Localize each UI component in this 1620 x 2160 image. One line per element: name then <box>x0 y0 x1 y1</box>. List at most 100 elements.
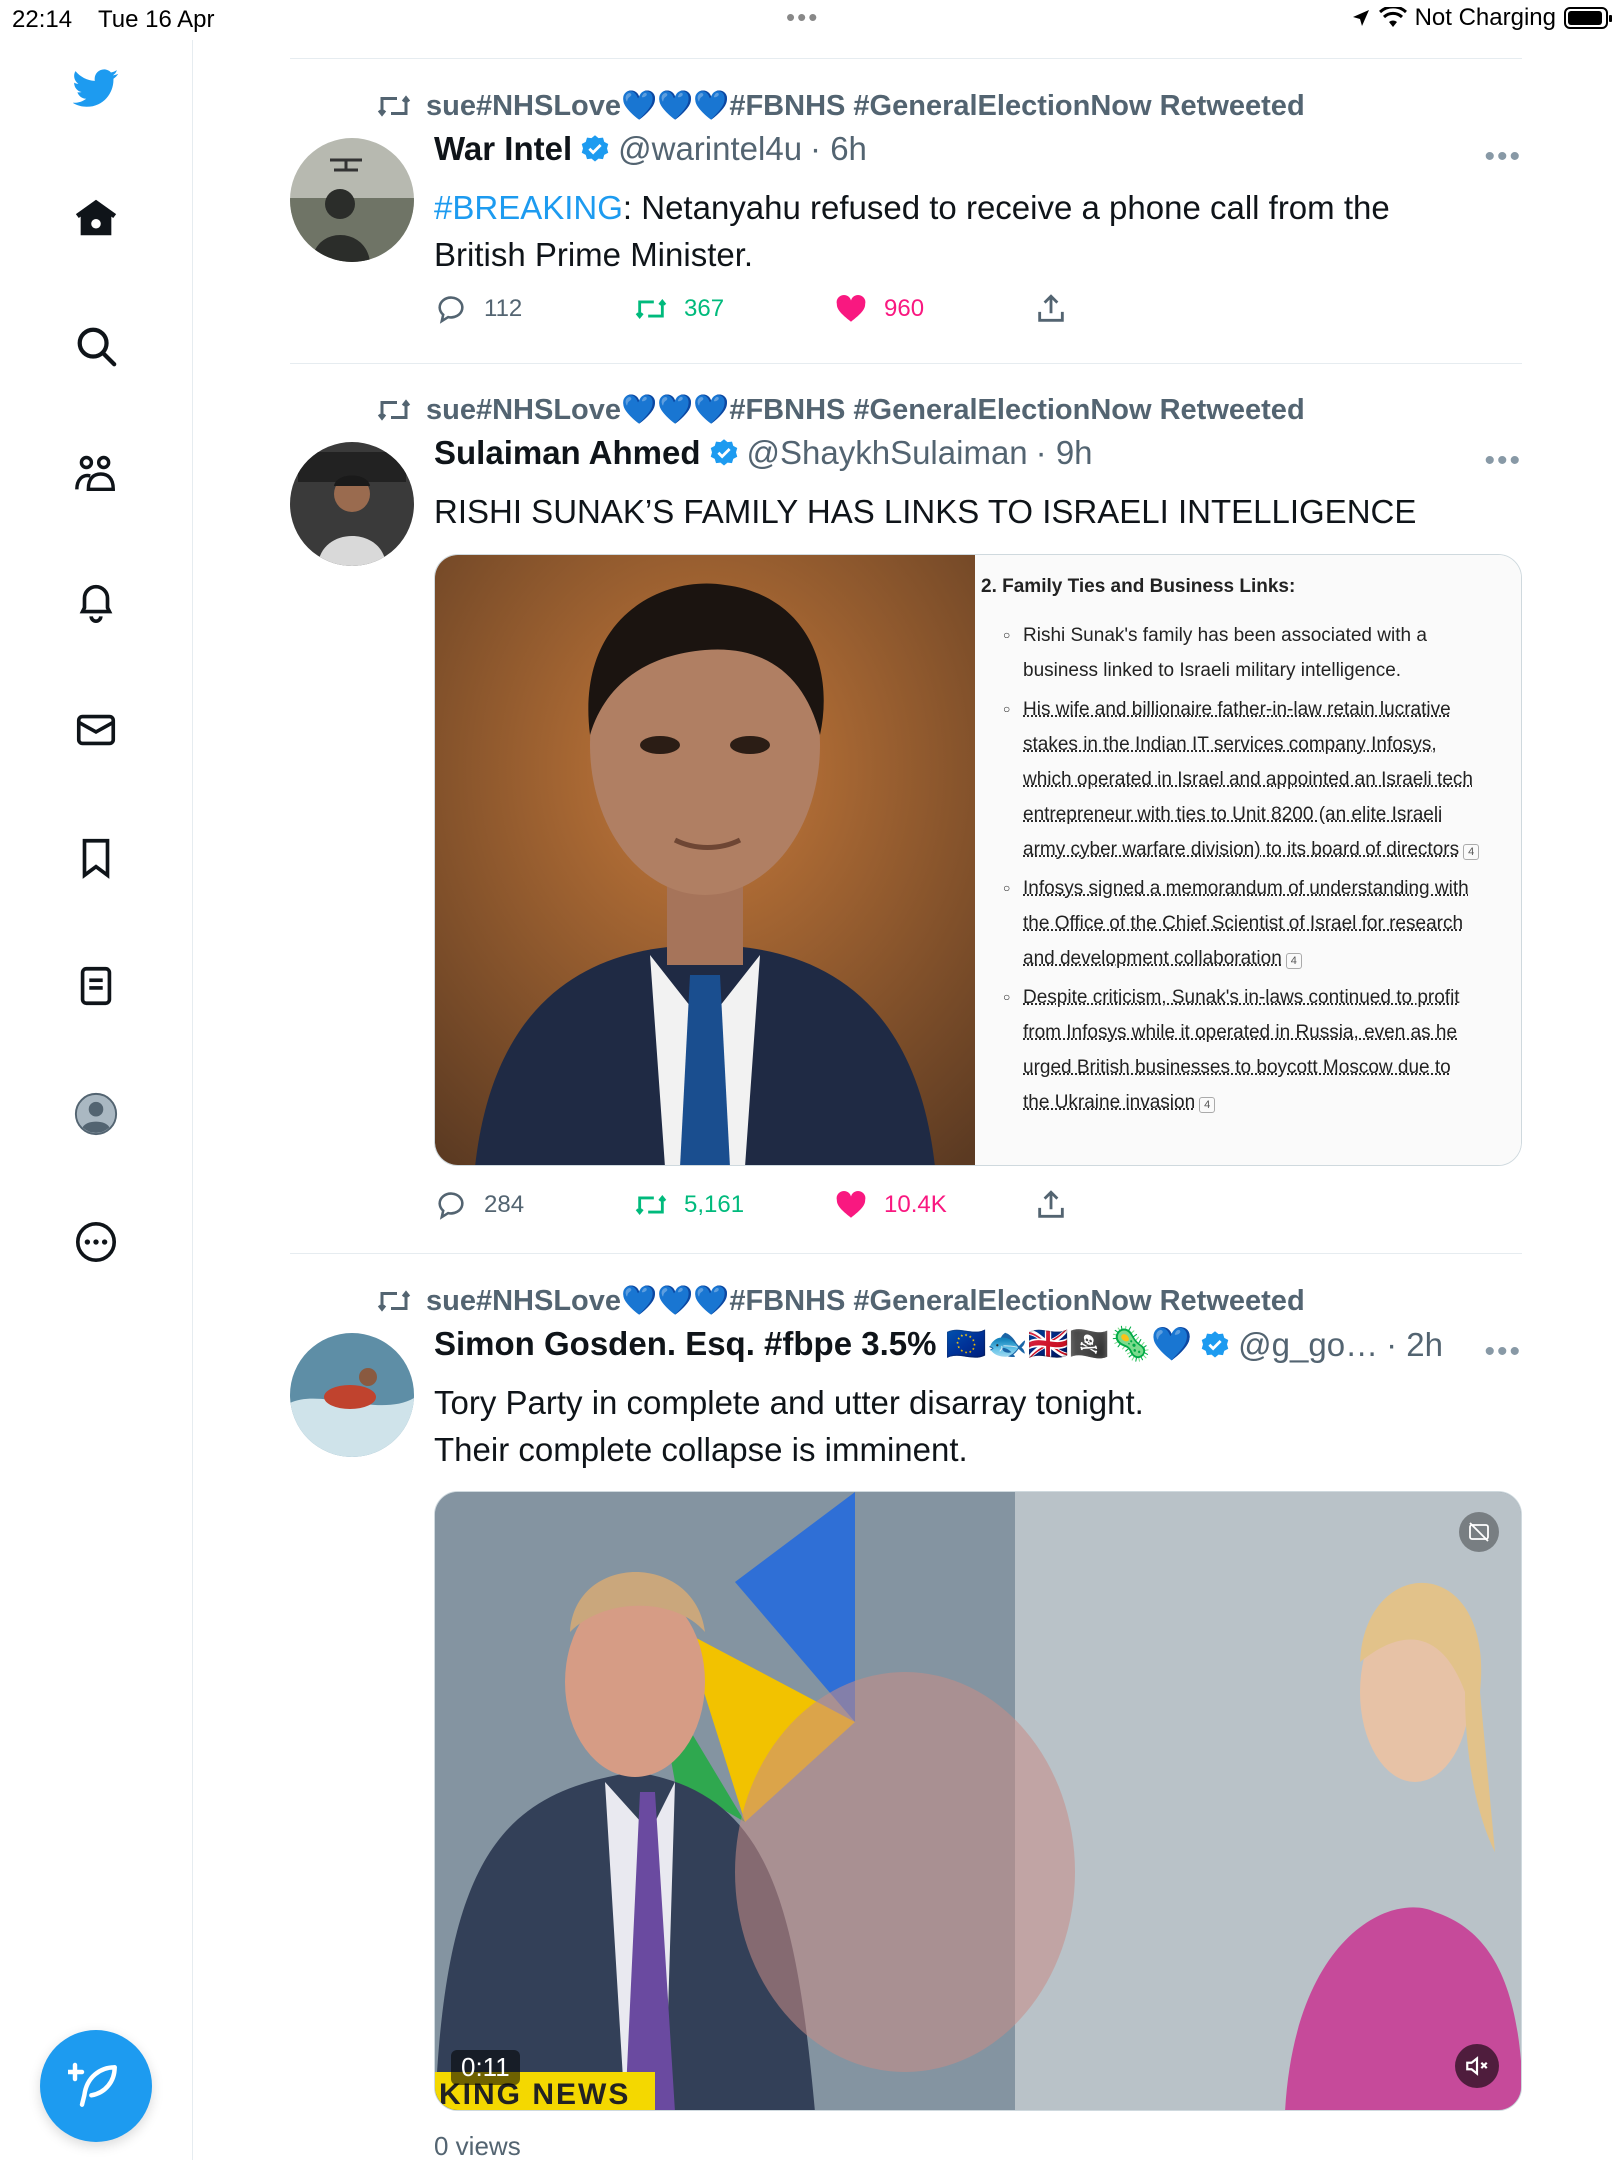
document-screenshot: 2. Family Ties and Business Links: ○ Rish… <box>975 555 1521 1165</box>
bullet-marker: ○ <box>1003 990 1011 1004</box>
retweet-context[interactable]: sue#NHSLove💙💙💙#FBNHS #GeneralElectionNow… <box>376 88 1305 124</box>
like-count: 960 <box>884 295 925 322</box>
retweet-button[interactable]: 367 <box>634 292 724 326</box>
tweet-time[interactable]: · 2h <box>1386 1326 1443 1364</box>
citation-badge[interactable]: 4 <box>1463 844 1480 860</box>
status-time: 22:14 <box>12 6 73 33</box>
citation-badge[interactable]: 4 <box>1285 953 1302 969</box>
like-button[interactable]: 10.4K <box>834 1188 947 1222</box>
doc-bullet-line: the Ukraine invasion 4 <box>1023 1085 1509 1120</box>
doc-bullet-line: which operated in Israel and appointed a… <box>1023 769 1473 790</box>
captions-button[interactable] <box>1459 1512 1499 1552</box>
tweet-video[interactable]: KING NEWS 0:11 <box>434 1491 1522 2111</box>
tweet-war-intel[interactable]: sue#NHSLove💙💙💙#FBNHS #GeneralElectionNow… <box>290 88 1522 358</box>
doc-bullet-line: Rishi Sunak's family has been associated… <box>1023 625 1427 646</box>
doc-bullet-line: His wife and billionaire father-in-law r… <box>1023 699 1451 720</box>
tweet-text-line: : Netanyahu refused to receive a phone c… <box>622 189 1390 226</box>
home-icon[interactable] <box>70 192 122 244</box>
battery-icon <box>1564 7 1612 29</box>
doc-bullet-item: ○ His wife and billionaire father-in-law … <box>981 692 1509 867</box>
avatar[interactable] <box>290 1333 414 1457</box>
location-arrow-icon <box>1352 10 1369 26</box>
citation-badge[interactable]: 4 <box>1199 1097 1216 1113</box>
bullet-marker: ○ <box>1003 628 1011 642</box>
doc-bullet-item: ○ Rishi Sunak's family has been associate… <box>981 618 1509 688</box>
more-circle-icon[interactable] <box>70 1216 122 1268</box>
retweet-icon <box>377 399 411 421</box>
sidebar-nav <box>0 40 193 2160</box>
doc-bullet-line: army cyber warfare division) to its boar… <box>1023 832 1509 867</box>
status-date: Tue 16 Apr <box>98 6 215 33</box>
tweet-header: Sulaiman Ahmed @ShaykhSulaiman · 9h <box>434 434 1093 472</box>
retweet-count: 5,161 <box>684 1191 745 1218</box>
retweet-context[interactable]: sue#NHSLove💙💙💙#FBNHS #GeneralElectionNow… <box>376 1283 1305 1319</box>
messages-envelope-icon[interactable] <box>70 704 122 756</box>
author-handle[interactable]: @g_go… <box>1238 1326 1378 1364</box>
profile-icon[interactable] <box>70 1088 122 1140</box>
retweet-icon <box>377 1290 411 1312</box>
muted-speaker-icon <box>1466 2056 1488 2076</box>
retweet-icon <box>635 1194 667 1216</box>
author-handle[interactable]: @ShaykhSulaiman <box>747 434 1028 472</box>
hashtag-link[interactable]: #BREAKING <box>434 189 623 226</box>
tweet-text: #BREAKING: Netanyahu refused to receive … <box>434 184 1390 278</box>
author-handle[interactable]: @warintel4u <box>618 130 802 168</box>
reply-count: 284 <box>484 1191 525 1218</box>
tweet-text: Tory Party in complete and utter disarra… <box>434 1379 1144 1473</box>
tweet-text-line: British Prime Minister. <box>434 236 754 273</box>
tweet-sulaiman-ahmed[interactable]: sue#NHSLove💙💙💙#FBNHS #GeneralElectionNow… <box>290 392 1522 1242</box>
tweet-text-line: Their complete collapse is imminent. <box>434 1431 968 1468</box>
doc-bullet-line: entrepreneur with ties to Unit 8200 (an … <box>1023 804 1443 825</box>
author-name[interactable]: Sulaiman Ahmed <box>434 434 701 472</box>
timeline-divider <box>290 58 1522 59</box>
tweet-actions: 112 367 960 <box>434 292 1234 332</box>
share-button[interactable] <box>1034 292 1068 326</box>
search-icon[interactable] <box>70 320 122 372</box>
bullet-marker: ○ <box>1003 881 1011 895</box>
tweet-header: Simon Gosden. Esq. #fbpe 3.5% 🇪🇺🐟🇬🇧🏴‍☠️🦠… <box>434 1325 1443 1364</box>
avatar[interactable] <box>290 138 414 262</box>
compose-feather-icon <box>68 2062 117 2107</box>
more-options-icon[interactable]: ••• <box>1484 140 1522 174</box>
lists-icon[interactable] <box>70 960 122 1012</box>
author-name[interactable]: Simon Gosden. Esq. #fbpe 3.5% 🇪🇺🐟🇬🇧🏴‍☠️🦠… <box>434 1325 1192 1364</box>
status-right: Not Charging <box>1351 4 1612 32</box>
reply-icon <box>438 1192 464 1220</box>
tweet-divider <box>290 1253 1522 1254</box>
notifications-bell-icon[interactable] <box>70 576 122 628</box>
avatar[interactable] <box>290 442 414 566</box>
author-name[interactable]: War Intel <box>434 130 572 168</box>
like-count: 10.4K <box>884 1191 947 1218</box>
retweet-icon <box>635 298 667 320</box>
twitter-logo-icon[interactable] <box>70 62 122 114</box>
more-options-icon[interactable]: ••• <box>1484 1335 1522 1369</box>
doc-bullet-line: stakes in the Indian IT services company… <box>1023 734 1437 755</box>
share-button[interactable] <box>1034 1188 1068 1222</box>
retweeted-by: sue#NHSLove💙💙💙#FBNHS #GeneralElectionNow… <box>426 394 1305 426</box>
mute-button[interactable] <box>1455 2044 1499 2088</box>
view-count: 0 views <box>434 2131 521 2160</box>
reply-icon <box>438 296 464 324</box>
wifi-icon <box>1378 7 1407 27</box>
compose-tweet-button[interactable] <box>40 2030 152 2142</box>
retweet-button[interactable]: 5,161 <box>634 1188 744 1222</box>
tweet-image[interactable]: 2. Family Ties and Business Links: ○ Rish… <box>434 554 1522 1166</box>
share-icon <box>1038 1190 1064 1218</box>
doc-bullet-line: from Infosys while it operated in Russia… <box>1023 1022 1458 1043</box>
reply-count: 112 <box>484 295 523 322</box>
tweet-time[interactable]: · 6h <box>810 130 867 168</box>
reply-button[interactable]: 112 <box>434 292 522 326</box>
like-button[interactable]: 960 <box>834 292 924 326</box>
status-bar: 22:14 Tue 16 Apr ••• Not Charging <box>0 0 1620 40</box>
communities-icon[interactable] <box>70 448 122 500</box>
doc-bullet-item: ○ Despite criticism, Sunak's in-laws cont… <box>981 980 1509 1120</box>
tweet-time[interactable]: · 9h <box>1036 434 1093 472</box>
more-options-icon[interactable]: ••• <box>1484 444 1522 478</box>
tweet-simon-gosden[interactable]: sue#NHSLove💙💙💙#FBNHS #GeneralElectionNow… <box>290 1283 1522 2160</box>
multitasking-dots[interactable]: ••• <box>786 2 819 33</box>
reply-button[interactable]: 284 <box>434 1188 524 1222</box>
bookmarks-icon[interactable] <box>70 832 122 884</box>
video-timestamp: 0:11 <box>451 2050 520 2085</box>
doc-bullet-line: the Office of the Chief Scientist of Isr… <box>1023 913 1464 934</box>
retweet-context[interactable]: sue#NHSLove💙💙💙#FBNHS #GeneralElectionNow… <box>376 392 1305 428</box>
